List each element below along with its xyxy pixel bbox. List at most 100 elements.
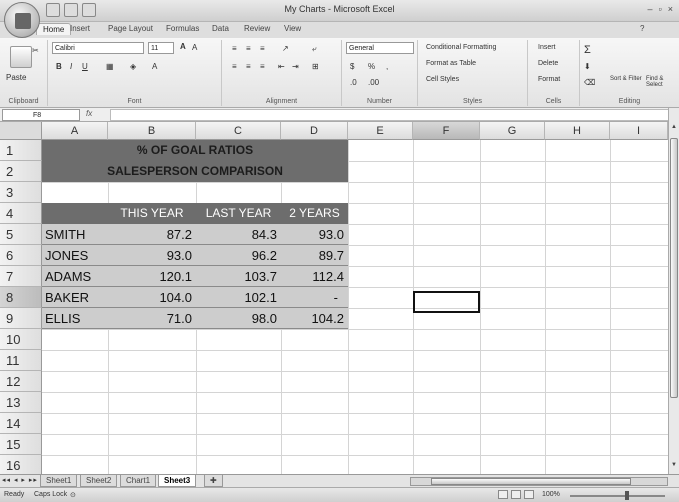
vertical-scroll-thumb[interactable] (670, 138, 678, 398)
clear-icon[interactable]: ⌫ (584, 78, 595, 87)
number-format-select[interactable]: General (346, 42, 414, 54)
row-header-14[interactable]: 14 (0, 413, 42, 434)
sheet-tab-sheet1[interactable]: Sheet1 (40, 475, 78, 487)
format-as-table-button[interactable]: Format as Table (426, 60, 476, 67)
scroll-up-icon[interactable]: ▲ (670, 122, 678, 132)
cell-name[interactable]: BAKER (42, 287, 108, 308)
cell-name[interactable]: JONES (42, 245, 108, 266)
align-middle-icon[interactable]: ≡ (246, 44, 251, 53)
column-header-g[interactable]: G (480, 122, 545, 140)
cell-last-year[interactable]: 96.2 (196, 245, 281, 266)
zoom-level[interactable]: 100% (542, 491, 560, 498)
fill-color-icon[interactable]: ◈ (130, 62, 136, 71)
row-header-3[interactable]: 3 (0, 182, 42, 203)
comma-icon[interactable]: , (386, 62, 388, 71)
column-header-e[interactable]: E (348, 122, 413, 140)
cell-2-years[interactable]: 89.7 (281, 245, 348, 266)
row-header-8[interactable]: 8 (0, 287, 42, 308)
page-break-view-icon[interactable] (524, 490, 534, 499)
tab-insert[interactable]: Insert (70, 24, 90, 33)
sheet-subtitle[interactable]: SALESPERSON COMPARISON (42, 161, 348, 182)
cell-this-year[interactable]: 87.2 (108, 224, 196, 245)
tab-view[interactable]: View (284, 24, 301, 33)
align-bottom-icon[interactable]: ≡ (260, 44, 265, 53)
macro-record-icon[interactable]: ⊙ (70, 491, 76, 499)
cell-last-year[interactable]: 84.3 (196, 224, 281, 245)
office-button[interactable] (4, 2, 40, 38)
insert-cells-button[interactable]: Insert (538, 44, 556, 51)
name-box[interactable]: F8 (2, 109, 80, 121)
find-select-button[interactable]: Find & Select (646, 76, 679, 88)
paste-button[interactable]: Paste (6, 73, 26, 82)
active-cell-f8[interactable] (413, 291, 480, 313)
page-layout-view-icon[interactable] (511, 490, 521, 499)
column-header-c[interactable]: C (196, 122, 281, 140)
sheet-tab-sheet2[interactable]: Sheet2 (80, 475, 118, 487)
cell-this-year[interactable]: 93.0 (108, 245, 196, 266)
align-top-icon[interactable]: ≡ (232, 44, 237, 53)
column-header-h[interactable]: H (545, 122, 610, 140)
column-header-i[interactable]: I (610, 122, 668, 140)
borders-icon[interactable]: ▦ (106, 62, 114, 71)
grow-font-icon[interactable]: A (180, 42, 186, 51)
font-name-select[interactable]: Calibri (52, 42, 144, 54)
cell-name[interactable]: ELLIS (42, 308, 108, 329)
fill-icon[interactable]: ⬇ (584, 62, 591, 71)
cell-styles-button[interactable]: Cell Styles (426, 76, 459, 83)
sheet-nav-arrows-icon[interactable]: ◂◂ ◂ ▸ ▸▸ (2, 476, 38, 484)
paste-icon[interactable] (10, 46, 32, 68)
cut-icon[interactable]: ✂ (32, 46, 39, 55)
row-header-12[interactable]: 12 (0, 371, 42, 392)
italic-button[interactable]: I (70, 62, 72, 71)
zoom-slider[interactable] (570, 495, 665, 497)
tab-home[interactable]: Home (36, 23, 72, 35)
formula-input[interactable] (110, 109, 675, 121)
font-color-icon[interactable]: A (152, 62, 157, 71)
insert-sheet-icon[interactable]: ✚ (204, 475, 223, 487)
cell-2-years[interactable]: 93.0 (281, 224, 348, 245)
align-left-icon[interactable]: ≡ (232, 62, 237, 71)
cell-name[interactable]: SMITH (42, 224, 108, 245)
cell-2-years[interactable]: - (281, 287, 348, 308)
zoom-slider-handle[interactable] (625, 491, 629, 500)
row-header-10[interactable]: 10 (0, 329, 42, 350)
cell-last-year[interactable]: 103.7 (196, 266, 281, 287)
sheet-tab-chart1[interactable]: Chart1 (120, 475, 157, 487)
worksheet-grid[interactable]: A B C D E F G H I 1 2 3 4 5 6 7 8 9 10 1… (0, 122, 668, 474)
underline-button[interactable]: U (82, 62, 88, 71)
minimize-icon[interactable]: – (648, 4, 653, 14)
conditional-formatting-button[interactable]: Conditional Formatting (426, 44, 496, 51)
row-header-15[interactable]: 15 (0, 434, 42, 455)
cell-this-year[interactable]: 120.1 (108, 266, 196, 287)
header-last-year[interactable]: LAST YEAR (196, 203, 281, 224)
orientation-icon[interactable]: ↗ (282, 44, 289, 53)
align-right-icon[interactable]: ≡ (260, 62, 265, 71)
decrease-indent-icon[interactable]: ⇤ (278, 62, 285, 71)
column-header-f[interactable]: F (413, 122, 480, 140)
close-icon[interactable]: × (668, 4, 673, 14)
shrink-font-icon[interactable]: A (192, 43, 197, 52)
horizontal-scroll-thumb[interactable] (431, 478, 631, 485)
wrap-text-icon[interactable]: ⤶ (312, 44, 316, 54)
row-header-5[interactable]: 5 (0, 224, 42, 245)
font-size-select[interactable]: 11 (148, 42, 174, 54)
vertical-scrollbar[interactable]: ▲ ▼ (668, 108, 679, 474)
row-header-9[interactable]: 9 (0, 308, 42, 329)
cell-2-years[interactable]: 104.2 (281, 308, 348, 329)
autosum-icon[interactable]: Σ (584, 44, 591, 56)
cell-last-year[interactable]: 98.0 (196, 308, 281, 329)
currency-icon[interactable]: $ (350, 62, 354, 71)
delete-cells-button[interactable]: Delete (538, 60, 558, 67)
header-this-year[interactable]: THIS YEAR (108, 203, 196, 224)
cell-last-year[interactable]: 102.1 (196, 287, 281, 308)
column-header-a[interactable]: A (42, 122, 108, 140)
row-header-16[interactable]: 16 (0, 455, 42, 474)
row-header-11[interactable]: 11 (0, 350, 42, 371)
increase-decimal-icon[interactable]: .0 (350, 78, 357, 87)
format-cells-button[interactable]: Format (538, 76, 560, 83)
tab-review[interactable]: Review (244, 24, 270, 33)
tab-formulas[interactable]: Formulas (166, 24, 199, 33)
decrease-decimal-icon[interactable]: .00 (368, 78, 379, 87)
cell-name[interactable]: ADAMS (42, 266, 108, 287)
align-center-icon[interactable]: ≡ (246, 62, 251, 71)
